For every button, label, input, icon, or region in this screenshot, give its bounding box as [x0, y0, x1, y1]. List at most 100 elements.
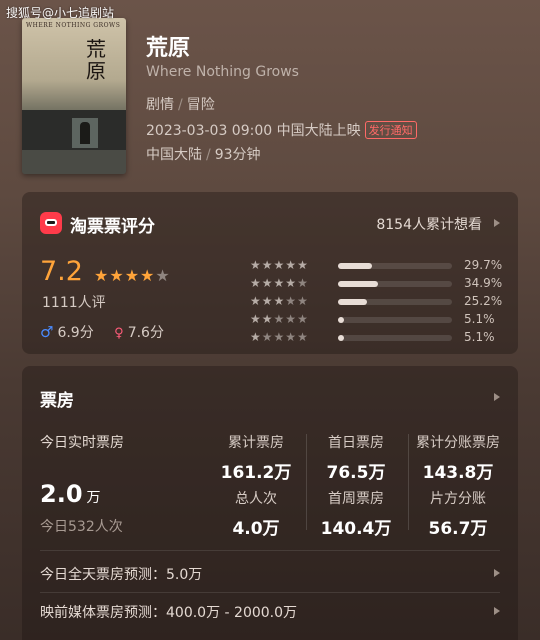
stat-first-week-box-office: 首周票房 140.4万 — [306, 488, 406, 539]
movie-english-title: Where Nothing Grows — [146, 64, 299, 80]
empty-star-icon: ★ — [273, 312, 286, 326]
chevron-right-icon[interactable] — [494, 393, 500, 401]
stat-value: 161.2万 — [220, 463, 292, 483]
poster-ground — [22, 150, 126, 174]
star-icon: ★ — [250, 258, 262, 272]
stat-value: 76.5万 — [326, 463, 386, 483]
distribution-bar-fill — [338, 335, 344, 341]
distribution-stars: ★★★★★ — [250, 258, 309, 272]
female-score: 7.6分 — [127, 325, 164, 341]
divider — [408, 434, 409, 530]
chevron-right-icon[interactable] — [494, 219, 500, 227]
box-office-card: 票房 今日实时票房 2.0 万 今日532人次 累计票房 161.2万 首日票房 … — [22, 366, 518, 640]
distribution-stars: ★★★★★ — [250, 312, 309, 326]
stat-label: 首日票房 — [328, 435, 384, 451]
distribution-percent: 34.9% — [464, 276, 503, 290]
taopiaopiao-logo-icon — [40, 212, 62, 234]
chevron-right-icon[interactable] — [494, 607, 500, 615]
rater-count: 1111人评 — [42, 295, 106, 311]
movie-poster[interactable]: WHERE NOTHING GROWS 荒原 — [22, 18, 126, 174]
distribution-row-1-star: ★★★★★ 5.1% — [250, 330, 510, 346]
poster-english-title: WHERE NOTHING GROWS — [26, 22, 121, 29]
stat-label: 累计分账票房 — [416, 435, 500, 451]
today-realtime-value: 2.0 万 — [40, 480, 101, 508]
star-icon: ★ — [273, 276, 286, 290]
male-score: 6.9分 — [57, 325, 94, 341]
distribution-stars: ★★★★★ — [250, 276, 309, 290]
rating-card: 淘票票评分 8154人累计想看 7.2 ★★★★★ 1111人评 ♂ 6.9分 ♀… — [22, 192, 518, 354]
box-office-title: 票房 — [40, 391, 74, 411]
stat-value: 4.0万 — [232, 519, 280, 539]
distribution-row-3-star: ★★★★★ 25.2% — [250, 294, 510, 310]
star-icon: ★ — [273, 294, 286, 308]
star-icon: ★ — [94, 266, 110, 285]
star-icon: ★ — [297, 258, 309, 272]
star-icon: ★ — [250, 294, 262, 308]
divider — [306, 434, 307, 530]
chevron-right-icon[interactable] — [494, 569, 500, 577]
release-date: 2023-03-03 09:00 中国大陆上映 — [146, 123, 361, 139]
distribution-bar-fill — [338, 317, 344, 323]
stat-label: 累计票房 — [228, 435, 284, 451]
forecast-today[interactable]: 今日全天票房预测：5.0万 — [40, 564, 202, 584]
separator: / — [178, 97, 183, 113]
genre-tag: 冒险 — [186, 97, 215, 113]
distribution-row-5-star: ★★★★★ 29.7% — [250, 258, 510, 274]
stat-value: 140.4万 — [320, 519, 392, 539]
stat-total-admissions: 总人次 4.0万 — [206, 488, 306, 539]
star-icon: ★ — [273, 258, 286, 272]
star-icon: ★ — [261, 312, 274, 326]
star-icon: ★ — [109, 266, 125, 285]
genre-tag: 剧情 — [146, 97, 174, 113]
gender-scores: ♂ 6.9分 ♀ 7.6分 — [40, 322, 168, 342]
movie-genres: 剧情 / 冒险 — [146, 94, 215, 114]
stat-cumulative-box-office: 累计票房 161.2万 — [206, 432, 306, 483]
distribution-bar-fill — [338, 281, 378, 287]
movie-title: 荒原 — [146, 36, 191, 61]
stat-label: 首周票房 — [328, 491, 384, 507]
distribution-bar — [338, 299, 452, 305]
empty-star-icon: ★ — [285, 330, 298, 344]
stat-label: 总人次 — [235, 491, 277, 507]
empty-star-icon: ★ — [285, 294, 298, 308]
empty-star-icon: ★ — [297, 276, 309, 290]
empty-star-icon: ★ — [297, 294, 309, 308]
stat-value: 56.7万 — [428, 519, 488, 539]
forecast-media[interactable]: 映前媒体票房预测：400.0万 - 2000.0万 — [40, 602, 297, 622]
distribution-percent: 5.1% — [464, 330, 495, 344]
star-icon: ★ — [250, 312, 262, 326]
distribution-bar — [338, 335, 452, 341]
star-icon: ★ — [124, 266, 141, 285]
empty-star-icon: ★ — [285, 312, 298, 326]
distribution-stars: ★★★★★ — [250, 294, 309, 308]
star-icon: ★ — [285, 276, 298, 290]
stat-first-day-box-office: 首日票房 76.5万 — [306, 432, 406, 483]
empty-star-icon: ★ — [297, 312, 309, 326]
star-icon: ★ — [261, 276, 274, 290]
empty-star-icon: ★ — [297, 330, 309, 344]
want-see-count[interactable]: 8154人累计想看 — [376, 214, 482, 234]
distribution-percent: 25.2% — [464, 294, 503, 308]
star-icon: ★ — [250, 276, 262, 290]
female-icon: ♀ — [114, 326, 124, 341]
stat-label: 片方分账 — [430, 491, 486, 507]
movie-region-duration: 中国大陆/93分钟 — [146, 144, 261, 164]
watermark: 搜狐号@小七追剧站 — [6, 6, 115, 20]
release-notice-badge[interactable]: 发行通知 — [364, 121, 417, 139]
distribution-row-2-star: ★★★★★ 5.1% — [250, 312, 510, 328]
empty-star-icon: ★ — [155, 266, 171, 285]
movie-header: WHERE NOTHING GROWS 荒原 荒原 Where Nothing … — [0, 0, 540, 186]
poster-chinese-title: 荒原 — [86, 37, 106, 83]
empty-star-icon: ★ — [261, 330, 274, 344]
rating-stars: ★★★★★ — [94, 266, 171, 285]
stat-value: 143.8万 — [422, 463, 494, 483]
divider — [40, 550, 500, 551]
movie-release-info: 2023-03-03 09:00 中国大陆上映 发行通知 — [146, 120, 417, 140]
stat-cumulative-split-box-office: 累计分账票房 143.8万 — [408, 432, 508, 483]
male-icon: ♂ — [40, 323, 54, 341]
star-icon: ★ — [261, 294, 274, 308]
distribution-row-4-star: ★★★★★ 34.9% — [250, 276, 510, 292]
distribution-bar — [338, 317, 452, 323]
empty-star-icon: ★ — [273, 330, 286, 344]
distribution-stars: ★★★★★ — [250, 330, 309, 344]
